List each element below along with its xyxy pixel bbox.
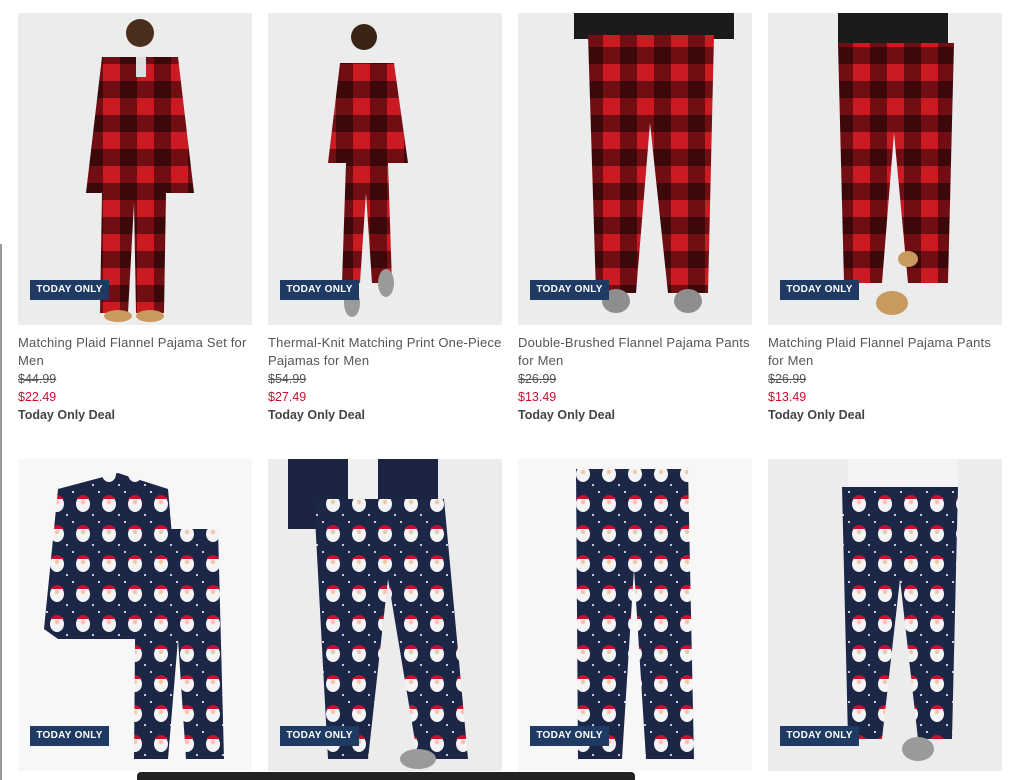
today-only-badge: TODAY ONLY [280, 726, 359, 746]
product-name[interactable]: Double-Brushed Flannel Pajama Pants for … [518, 334, 752, 370]
deal-label: Today Only Deal [268, 408, 366, 422]
sale-price: $27.49 [268, 390, 307, 404]
product-card[interactable]: TODAY ONLY Matching Plaid Flannel Pajama… [18, 13, 252, 424]
product-name[interactable]: Matching Plaid Flannel Pajama Set for Me… [18, 334, 252, 370]
today-only-badge: TODAY ONLY [780, 726, 859, 746]
product-name[interactable]: Thermal-Knit Matching Print One-Piece Pa… [268, 334, 502, 370]
product-card[interactable]: TODAY ONLY [768, 459, 1002, 771]
product-image[interactable]: TODAY ONLY [768, 13, 1002, 325]
today-only-badge: TODAY ONLY [780, 280, 859, 300]
product-image[interactable]: TODAY ONLY [518, 13, 752, 325]
product-image[interactable]: TODAY ONLY [768, 459, 1002, 771]
product-card[interactable]: TODAY ONLY [268, 459, 502, 771]
product-card[interactable]: TODAY ONLY Thermal-Knit Matching Print O… [268, 13, 502, 424]
product-name[interactable]: Matching Plaid Flannel Pajama Pants for … [768, 334, 1002, 370]
deal-label: Today Only Deal [18, 408, 116, 422]
product-card[interactable]: TODAY ONLY [18, 459, 252, 771]
product-card[interactable]: TODAY ONLY Double-Brushed Flannel Pajama… [518, 13, 752, 424]
deal-label: Today Only Deal [768, 408, 866, 422]
sale-price: $22.49 [18, 390, 57, 404]
original-price: $44.99 [18, 372, 57, 386]
product-image[interactable]: TODAY ONLY [268, 13, 502, 325]
today-only-badge: TODAY ONLY [280, 280, 359, 300]
today-only-badge: TODAY ONLY [30, 726, 109, 746]
left-edge-divider [0, 244, 2, 780]
product-image[interactable]: TODAY ONLY [18, 459, 252, 771]
horizontal-scrollbar[interactable] [137, 772, 635, 780]
product-image[interactable]: TODAY ONLY [18, 13, 252, 325]
today-only-badge: TODAY ONLY [530, 280, 609, 300]
sale-price: $13.49 [768, 390, 807, 404]
deal-label: Today Only Deal [518, 408, 616, 422]
today-only-badge: TODAY ONLY [530, 726, 609, 746]
sale-price: $13.49 [518, 390, 557, 404]
product-image[interactable]: TODAY ONLY [518, 459, 752, 771]
original-price: $54.99 [268, 372, 307, 386]
today-only-badge: TODAY ONLY [30, 280, 109, 300]
product-image[interactable]: TODAY ONLY [268, 459, 502, 771]
product-card[interactable]: TODAY ONLY Matching Plaid Flannel Pajama… [768, 13, 1002, 424]
original-price: $26.99 [768, 372, 807, 386]
product-card[interactable]: TODAY ONLY [518, 459, 752, 771]
original-price: $26.99 [518, 372, 557, 386]
